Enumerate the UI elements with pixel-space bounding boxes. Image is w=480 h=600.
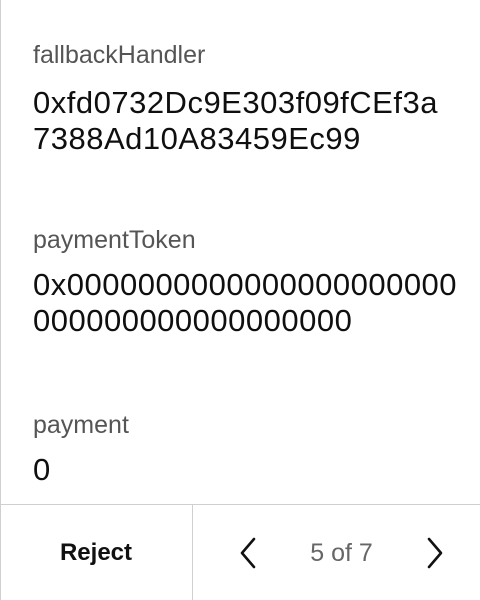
pagination: 5 of 7 (193, 505, 480, 600)
field-payment-token: paymentToken 0x0000000000000000000000000… (33, 223, 458, 339)
action-footer: Reject 5 of 7 (0, 504, 480, 600)
chevron-left-icon[interactable] (233, 533, 263, 573)
field-label: fallbackHandler (33, 41, 206, 69)
page-indicator: 5 of 7 (310, 538, 373, 567)
field-label: payment (33, 411, 129, 439)
field-label: paymentToken (33, 226, 196, 254)
chevron-right-icon[interactable] (420, 533, 450, 573)
field-payment: payment 0 (33, 408, 453, 488)
field-value: 0 (33, 452, 51, 487)
field-value: 0x00000000000000000000000000000000000000… (33, 267, 458, 338)
reject-button[interactable]: Reject (0, 505, 193, 600)
field-value: 0xfd0732Dc9E303f09fCEf3a7388Ad10A83459Ec… (33, 85, 438, 156)
field-fallback-handler: fallbackHandler 0xfd0732Dc9E303f09fCEf3a… (33, 38, 453, 157)
